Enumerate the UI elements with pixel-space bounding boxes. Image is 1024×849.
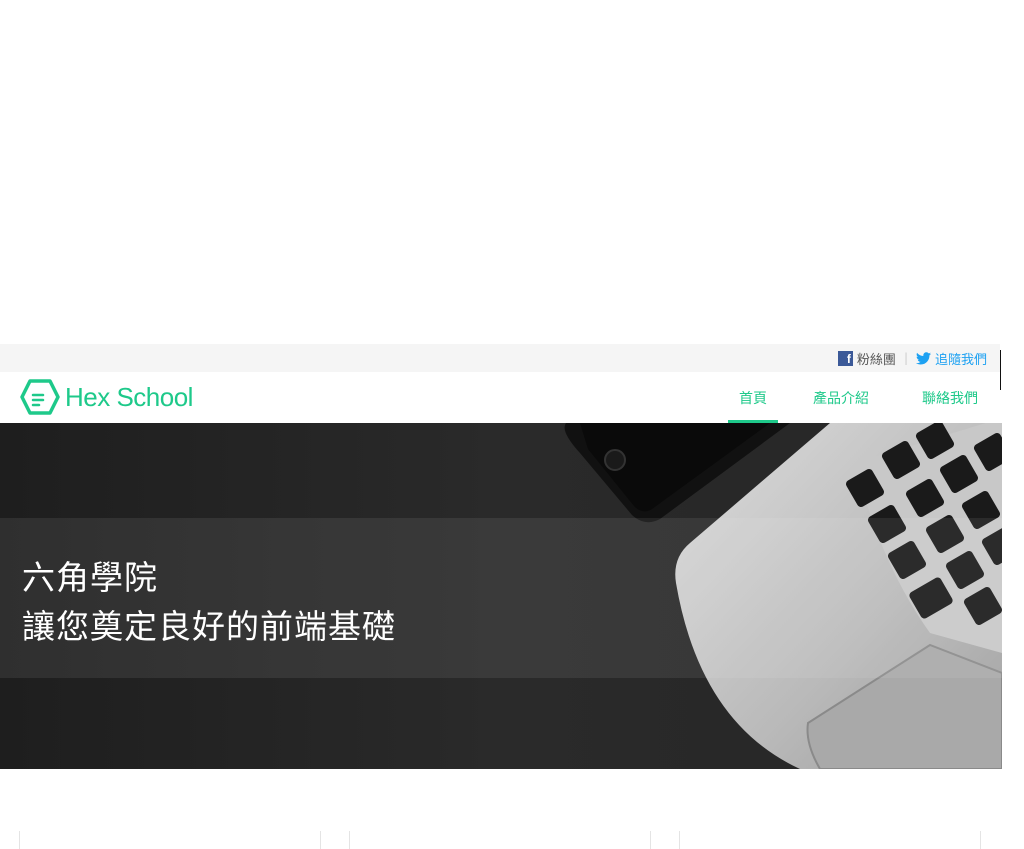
hero-title-line-2: 讓您奠定良好的前端基礎 (22, 607, 396, 646)
nav-contact[interactable]: 聯絡我們 (920, 372, 980, 423)
nav-products[interactable]: 產品介紹 (811, 372, 871, 423)
hero-title: 六角學院 讓您奠定良好的前端基礎 (22, 553, 396, 651)
feature-card-edge (19, 831, 20, 849)
hero-banner: 六角學院 讓您奠定良好的前端基礎 (0, 423, 1002, 769)
social-bar: f 粉絲團 | 追隨我們 (0, 344, 1000, 372)
social-divider: | (903, 351, 908, 365)
logo[interactable]: Hex School (20, 379, 193, 415)
page: f 粉絲團 | 追隨我們 Hex School 首頁 產品介紹 聯絡我們 六角學… (0, 0, 1024, 849)
feature-card-edge (320, 831, 321, 849)
site-header: Hex School 首頁 產品介紹 聯絡我們 (0, 372, 1000, 423)
twitter-label: 追隨我們 (934, 352, 987, 368)
twitter-icon (915, 351, 931, 364)
feature-card-edge (650, 831, 651, 849)
feature-card-edge (349, 831, 350, 849)
facebook-icon: f (837, 350, 853, 366)
facebook-link[interactable]: f 粉絲團 (837, 349, 896, 368)
feature-card-edge (679, 831, 680, 849)
nav-home[interactable]: 首頁 (728, 372, 778, 423)
hero-title-line-1: 六角學院 (22, 558, 158, 597)
facebook-label: 粉絲團 (856, 352, 896, 368)
twitter-link[interactable]: 追隨我們 (915, 349, 987, 368)
hexagon-logo-icon (20, 379, 60, 415)
main-nav: 首頁 產品介紹 聯絡我們 (728, 372, 1000, 423)
logo-text: Hex School (65, 381, 193, 412)
feature-card-edge (980, 831, 981, 849)
